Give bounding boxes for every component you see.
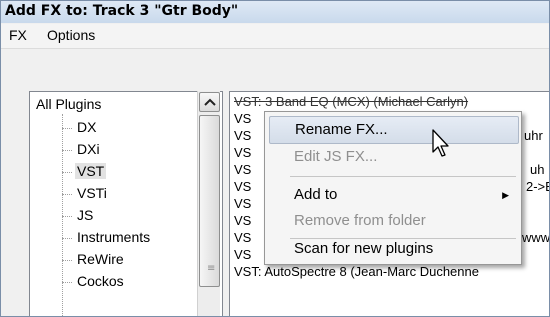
tree-scrollbar[interactable]: ≡	[197, 91, 220, 316]
menu-fx[interactable]: FX	[9, 27, 27, 43]
list-item[interactable]: VS	[234, 111, 251, 127]
list-item[interactable]: VS	[234, 128, 251, 144]
list-item[interactable]: VS	[234, 145, 251, 161]
tree-item-dxi[interactable]: DXi	[62, 138, 102, 160]
menu-item-label: Edit JS FX...	[294, 148, 378, 165]
list-item-fragment: 2->E	[526, 179, 549, 194]
list-item[interactable]: VS	[234, 179, 251, 195]
menu-options[interactable]: Options	[47, 27, 95, 43]
window-title: Add FX to: Track 3 "Gtr Body"	[5, 3, 239, 19]
menu-item-edit-js-fx: Edit JS FX...	[269, 144, 517, 170]
tree-item-label: JS	[77, 207, 94, 223]
mouse-cursor-icon	[432, 129, 449, 157]
menu-item-remove-from-folder: Remove from folder	[269, 208, 517, 234]
menu-item-scan-for-new-plugins[interactable]: Scan for new plugins	[269, 236, 517, 262]
scroll-thumb[interactable]: ≡	[199, 115, 220, 287]
add-fx-window: Add FX to: Track 3 "Gtr Body" FX Options…	[0, 0, 550, 317]
tree-item-label: DXi	[77, 141, 100, 157]
tree-root-all-plugins[interactable]: All Plugins	[36, 96, 101, 112]
tree-item-label: Cockos	[77, 273, 124, 289]
plugin-folder-tree: All Plugins DX DXi VST VSTi JS Instrumen…	[29, 91, 223, 316]
submenu-arrow-icon: ▶	[502, 190, 509, 200]
tree-item-label: ReWire	[77, 251, 124, 267]
list-item[interactable]: VS	[234, 162, 251, 178]
menu-item-label: Add to	[294, 186, 338, 203]
tree-item-dx[interactable]: DX	[62, 116, 98, 138]
menu-item-add-to[interactable]: Add to ▶	[269, 182, 517, 208]
menu-separator	[290, 176, 516, 177]
list-item[interactable]: VS	[234, 230, 251, 246]
list-item[interactable]: VS	[234, 213, 251, 229]
list-item[interactable]: VS	[234, 247, 251, 263]
tree-item-vst[interactable]: VST	[62, 160, 107, 182]
menu-item-label: Remove from folder	[294, 212, 426, 229]
list-item-fragment: uhr	[524, 128, 543, 143]
list-item-fragment: uh	[530, 162, 545, 177]
list-item[interactable]: VST: 3 Band EQ (MCX) (Michael Carlyn)	[234, 94, 468, 110]
tree-item-label: Instruments	[77, 229, 151, 245]
chevron-up-icon	[203, 98, 216, 106]
tree-item-rewire[interactable]: ReWire	[62, 248, 126, 270]
tree-item-js[interactable]: JS	[62, 204, 95, 226]
tree-item-cockos[interactable]: Cockos	[62, 270, 126, 292]
scroll-up-button[interactable]	[199, 92, 220, 112]
list-item-fragment: www	[522, 230, 550, 245]
list-item[interactable]: VST: AutoSpectre 8 (Jean-Marc Duchenne	[234, 264, 479, 280]
grip-icon: ≡	[207, 263, 216, 274]
tree-item-label: VSTi	[77, 185, 107, 201]
title-bar[interactable]: Add FX to: Track 3 "Gtr Body"	[1, 1, 549, 23]
context-menu: Rename FX... Edit JS FX... Add to ▶ Remov…	[264, 111, 522, 265]
tree-item-label: DX	[77, 119, 97, 135]
menu-item-label: Rename FX...	[295, 121, 388, 138]
menu-bar: FX Options	[1, 24, 549, 49]
tree-item-vsti[interactable]: VSTi	[62, 182, 109, 204]
menu-item-label: Scan for new plugins	[294, 240, 434, 257]
tree-item-label: VST	[75, 163, 107, 179]
list-item[interactable]: VS	[234, 196, 251, 212]
menu-item-rename-fx[interactable]: Rename FX...	[269, 116, 519, 144]
tree-item-instruments[interactable]: Instruments	[62, 226, 152, 248]
